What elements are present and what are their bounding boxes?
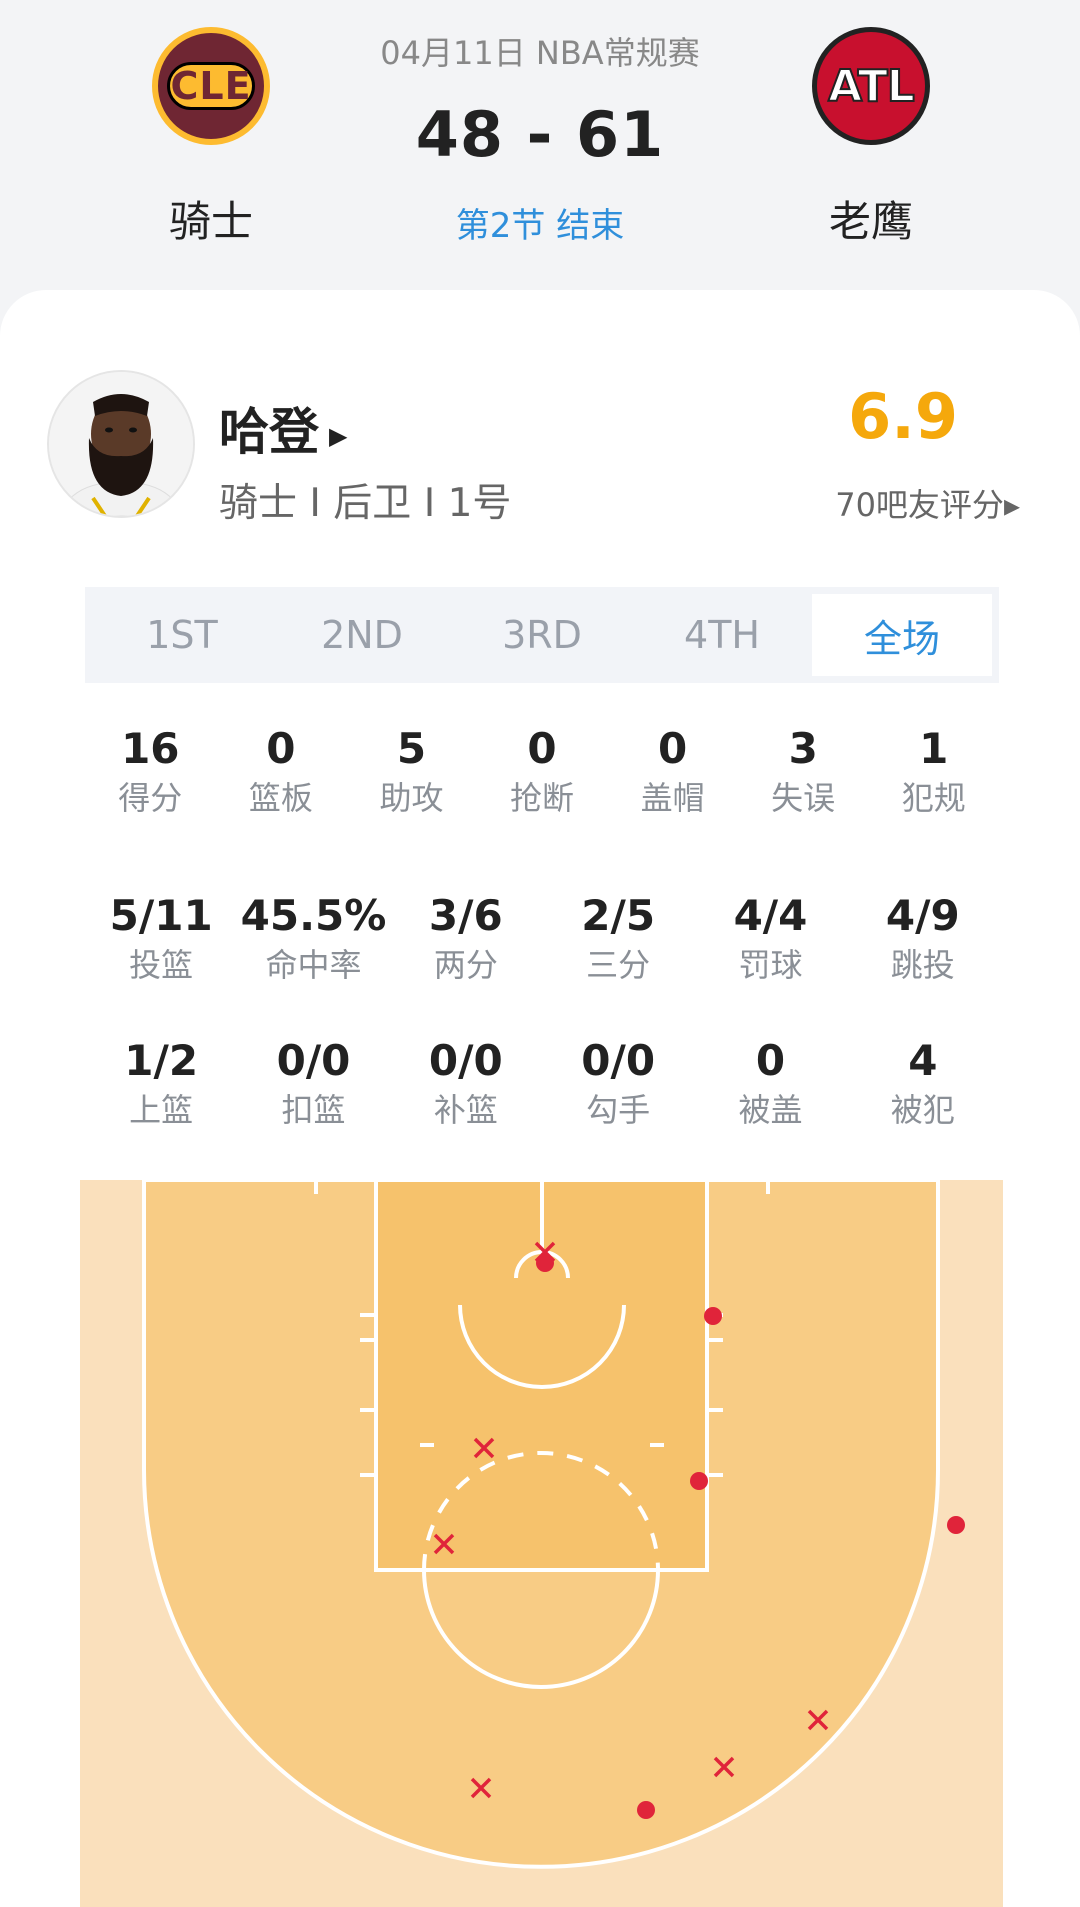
stat-fg: 5/11 投篮 — [109, 891, 213, 984]
stat-rebounds: 0 篮板 — [248, 724, 313, 817]
play-arrow-icon: ▶ — [329, 421, 348, 450]
stat-points: 16 得分 — [118, 724, 183, 817]
stat-fg-pct: 45.5% 命中率 — [240, 891, 387, 984]
rating-label: 70吧友评分 — [835, 486, 1004, 524]
away-team-abbr: ATL — [827, 60, 916, 113]
period-tabs: 1ST 2ND 3RD 4TH 全场 — [85, 587, 999, 683]
player-name-link[interactable]: 哈登 ▶ — [219, 392, 347, 464]
tab-3rd[interactable]: 3RD — [452, 594, 632, 676]
away-team-logo[interactable]: ATL — [812, 27, 930, 145]
basic-stats-row: 16 得分 0 篮板 5 助攻 0 抢断 0 盖帽 3 失误 1 犯规 — [85, 723, 999, 821]
match-score: 48 - 61 — [415, 98, 665, 171]
player-avatar[interactable] — [47, 370, 195, 518]
shooting-stats-row: 5/11 投篮 45.5% 命中率 3/6 两分 2/5 三分 4/4 罚球 4/9 跳投 — [85, 890, 999, 988]
chevron-right-icon: ▸ — [1003, 486, 1020, 524]
stat-fouls: 1 犯规 — [901, 724, 966, 817]
stat-blocks: 0 盖帽 — [640, 724, 705, 817]
player-photo — [49, 372, 193, 516]
stat-dunk: 0/0 扣篮 — [276, 1036, 351, 1129]
player-rating: 6.9 — [848, 380, 958, 453]
stat-fouled: 4 被犯 — [890, 1036, 955, 1129]
stat-turnovers: 3 失误 — [771, 724, 836, 817]
match-period-status: 第2节 结束 — [455, 206, 625, 246]
home-team-name[interactable]: 骑士 — [111, 188, 311, 249]
stat-layup: 1/2 上篮 — [124, 1036, 199, 1129]
stat-ft: 4/4 罚球 — [733, 891, 808, 984]
rating-link[interactable]: 70吧友评分▸ — [835, 480, 1020, 526]
shot-type-stats-row: 1/2 上篮 0/0 扣篮 0/0 补篮 0/0 勾手 0 被盖 4 被犯 — [85, 1035, 999, 1133]
shot-made-marker — [704, 1307, 722, 1325]
tab-4th[interactable]: 4TH — [632, 594, 812, 676]
stat-2pt: 3/6 两分 — [428, 891, 503, 984]
match-date-league: 04月11日 NBA常规赛 — [380, 34, 700, 72]
stat-blocked: 0 被盖 — [738, 1036, 803, 1129]
shot-made-marker — [947, 1516, 965, 1534]
game-header: CLE 骑士 04月11日 NBA常规赛 48 - 61 第2节 结束 ATL … — [0, 0, 1080, 300]
home-team-logo[interactable]: CLE — [152, 27, 270, 145]
tab-2nd[interactable]: 2ND — [272, 594, 452, 676]
shot-made-marker — [536, 1254, 554, 1272]
player-name: 哈登 — [219, 403, 319, 461]
stat-tip-in: 0/0 补篮 — [428, 1036, 503, 1129]
stat-3pt: 2/5 三分 — [581, 891, 656, 984]
stat-steals: 0 抢断 — [510, 724, 575, 817]
shot-made-marker — [690, 1472, 708, 1490]
stat-hook: 0/0 勾手 — [581, 1036, 656, 1129]
player-info: 骑士 I 后卫 I 1号 — [219, 481, 512, 526]
stat-assists: 5 助攻 — [379, 724, 444, 817]
home-team-abbr: CLE — [167, 62, 255, 110]
tab-1st[interactable]: 1ST — [92, 594, 272, 676]
shot-chart — [80, 1180, 1003, 1907]
away-team-name[interactable]: 老鹰 — [771, 188, 971, 249]
shot-made-marker — [637, 1801, 655, 1819]
stat-jumper: 4/9 跳投 — [885, 891, 960, 984]
tab-full-game[interactable]: 全场 — [812, 594, 992, 676]
